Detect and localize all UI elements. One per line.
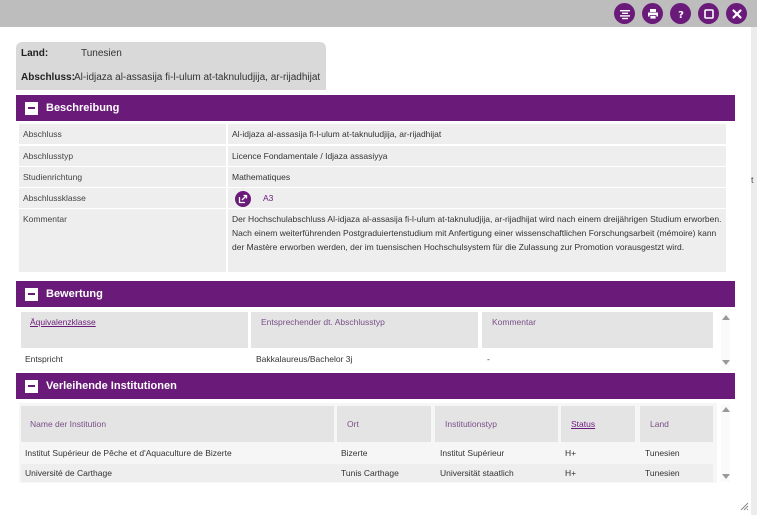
scroll-down-icon[interactable] — [722, 360, 730, 365]
background-window-edge: t — [751, 27, 757, 515]
section-title: Beschreibung — [46, 102, 120, 114]
svg-text:?: ? — [678, 10, 684, 20]
collapse-icon[interactable] — [25, 287, 38, 301]
print-icon[interactable] — [642, 3, 663, 24]
table-cell: Tunesien — [645, 468, 680, 478]
detail-row-abschlussklasse: Abschlussklasse A3 — [19, 188, 726, 208]
table-scrollbar[interactable] — [721, 312, 730, 368]
list-icon[interactable] — [614, 3, 635, 24]
resize-handle-icon[interactable] — [739, 501, 749, 511]
table-cell: Institut Supérieur de Pêche et d'Aquacul… — [25, 448, 232, 458]
maximize-icon[interactable] — [698, 3, 719, 24]
abschluss-row: Abschluss:Al-idjaza al-assasija fi-l-ulu… — [21, 72, 320, 83]
column-header-name: Name der Institution — [21, 406, 334, 442]
abschlussklasse-link[interactable]: A3 — [263, 193, 273, 203]
table-cell: Institut Supérieur — [440, 448, 505, 458]
detail-row-abschluss: Abschluss Al-idjaza al-assasija fi-l-ulu… — [19, 124, 726, 144]
table-cell: - — [487, 354, 490, 364]
table-cell: Tunesien — [645, 448, 680, 458]
column-header-abschlusstyp: Entsprechender dt. Abschlusstyp — [251, 312, 478, 348]
detail-key: Abschlussklasse — [23, 193, 86, 203]
detail-key: Studienrichtung — [23, 172, 83, 182]
detail-row-abschlusstyp: Abschlusstyp Licence Fondamentale / Idja… — [19, 146, 726, 166]
table-cell: Bizerte — [341, 448, 368, 458]
table-cell: Bakkalaureus/Bachelor 3j — [256, 354, 353, 364]
detail-value: Der Hochschulabschluss Al-idjaza al-assa… — [232, 214, 722, 252]
land-value: Tunesien — [81, 48, 122, 59]
detail-value: Al-idjaza al-assasija fi-l-ulum at-taknu… — [232, 129, 442, 139]
land-row: Land: Tunesien — [21, 48, 122, 59]
external-link-icon[interactable] — [235, 191, 251, 207]
abschluss-label: Abschluss: — [21, 72, 75, 83]
detail-value: Mathematiques — [232, 172, 291, 182]
section-beschreibung-header: Beschreibung — [16, 95, 735, 121]
detail-key: Abschluss — [23, 129, 62, 139]
table-cell: Entspricht — [25, 354, 63, 364]
close-icon[interactable] — [726, 3, 747, 24]
detail-row-kommentar: Kommentar Der Hochschulabschluss Al-idja… — [19, 209, 726, 272]
table-cell: Université de Carthage — [25, 468, 112, 478]
abschluss-value: Al-idjaza al-assasija fi-l-ulum at-taknu… — [74, 72, 321, 83]
column-header-land: Land — [640, 406, 713, 442]
window-titlebar: ? — [0, 0, 757, 27]
detail-key: Kommentar — [23, 214, 67, 224]
table-cell: H+ — [565, 448, 577, 458]
section-bewertung-header: Bewertung — [16, 281, 735, 307]
section-title: Bewertung — [46, 288, 103, 300]
land-label: Land: — [21, 48, 49, 59]
table-cell: Tunis Carthage — [341, 468, 399, 478]
table-cell: H+ — [565, 468, 577, 478]
summary-box: Land: Tunesien Abschluss:Al-idjaza al-ass… — [16, 42, 326, 90]
column-header-institutionstyp: Institutionstyp — [435, 406, 558, 442]
collapse-icon[interactable] — [25, 101, 38, 115]
help-icon[interactable]: ? — [670, 3, 691, 24]
column-header-status[interactable]: Status — [561, 406, 635, 442]
collapse-icon[interactable] — [25, 379, 38, 393]
detail-value: Licence Fondamentale / Idjaza assasiyya — [232, 151, 388, 161]
detail-row-studienrichtung: Studienrichtung Mathematiques — [19, 167, 726, 187]
table-scrollbar[interactable] — [721, 404, 730, 482]
table-cell: Universität staatlich — [440, 468, 514, 478]
section-title: Verleihende Institutionen — [46, 380, 177, 392]
column-header-ort: Ort — [337, 406, 431, 442]
section-institutionen-header: Verleihende Institutionen — [16, 373, 735, 399]
scroll-up-icon[interactable] — [722, 407, 730, 412]
scroll-down-icon[interactable] — [722, 474, 730, 479]
column-header-aequivalenzklasse[interactable]: Äquivalenzklasse — [21, 312, 248, 348]
column-header-kommentar: Kommentar — [482, 312, 713, 348]
toolbar: ? — [614, 3, 747, 24]
scroll-up-icon[interactable] — [722, 315, 730, 320]
detail-key: Abschlusstyp — [23, 151, 74, 161]
